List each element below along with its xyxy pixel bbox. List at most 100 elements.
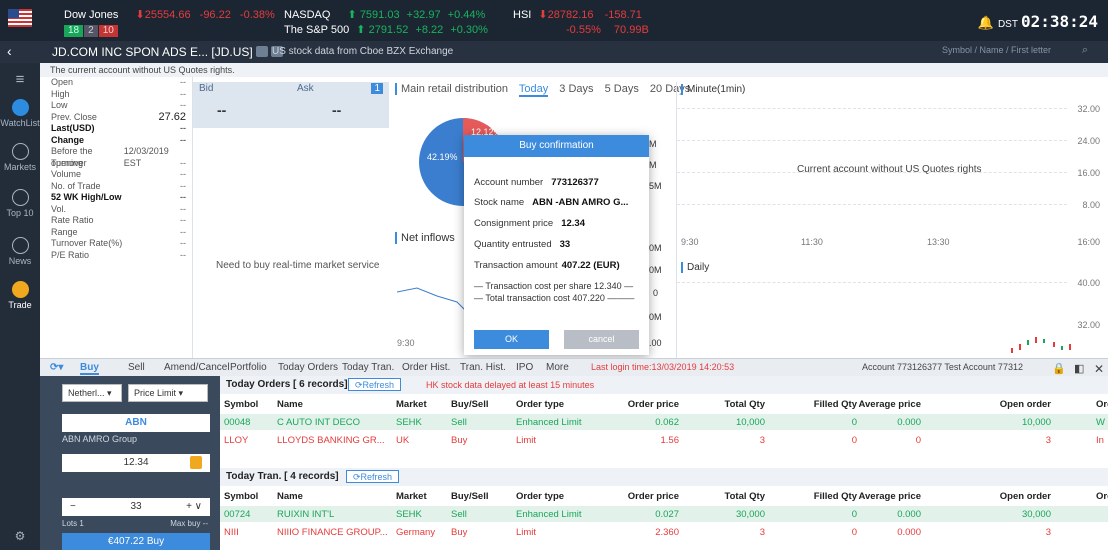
candle (1061, 346, 1063, 350)
nav-top10[interactable]: Top 10 (0, 189, 40, 218)
nasdaq-pct: +0.44% (447, 9, 486, 21)
today-tran-header: Today Tran. [ 4 records] ⟳Refresh (220, 468, 1108, 486)
tab-portfolio[interactable]: Portfolio (230, 362, 267, 373)
orders-refresh-button[interactable]: ⟳Refresh (348, 378, 402, 391)
dow-pct: -0.38% (239, 9, 275, 21)
column-header: Order (1096, 399, 1108, 410)
column-header: Symbol (224, 491, 259, 502)
tab-today-orders[interactable]: Today Orders (278, 362, 338, 373)
back-arrow-icon[interactable]: ‹ (7, 43, 12, 59)
quote-value: -- (180, 249, 186, 260)
column-header: Buy/Sell (451, 491, 489, 502)
stock-name-label: ABN AMRO Group (62, 434, 138, 444)
dow-ticker[interactable]: Dow Jones ⬇25554.66 -96.22 -0.38% (64, 9, 275, 22)
daily-chart-title: Daily (681, 262, 709, 273)
tran-refresh-button[interactable]: ⟳Refresh (346, 470, 400, 483)
sp-ticker[interactable]: The S&P 500 ⬆ 2791.52 +8.22 +0.30% (284, 24, 488, 37)
tab-amend-cancel[interactable]: Amend/Cancel (164, 362, 230, 373)
candle (1027, 340, 1029, 345)
nasdaq-ticker[interactable]: NASDAQ ⬆ 7591.03 +32.97 +0.44% (284, 9, 485, 22)
minus-icon[interactable]: − (70, 498, 76, 516)
quote-row: Open -- (40, 77, 192, 89)
table-cell: SEHK (396, 509, 422, 520)
quote-row: P/E Ratio -- (40, 250, 192, 262)
inflow-line (397, 287, 468, 313)
nav-markets[interactable]: Markets (0, 143, 40, 172)
stock-code-input[interactable]: ABN (62, 414, 210, 432)
tab-3-days[interactable]: 3 Days (559, 83, 593, 95)
settings-icon[interactable]: ⚙ (0, 529, 40, 543)
table-row[interactable]: 00724 RUIXIN INT'L SEHK Sell Enhanced Limit 0… (220, 506, 1108, 522)
table-row[interactable]: 00048 C AUTO INT DECO SEHK Sell Enhanced Lim… (220, 414, 1108, 430)
tab-order-hist[interactable]: Order Hist. (402, 362, 450, 373)
qty-label: Quantity entrusted (474, 239, 552, 250)
market-select[interactable]: Netherl... ▾ (62, 384, 122, 402)
table-row[interactable]: LLOY LLOYDS BANKING GR... UK Buy Limit 1.56 3 0… (220, 432, 1108, 448)
account-selector[interactable]: Account 773126377 Test Account 77312 (862, 362, 1023, 372)
buy-button[interactable]: €407.22 Buy (62, 533, 210, 550)
nav-watchlist[interactable]: WatchList (0, 99, 40, 128)
nasdaq-value-text: 7591.03 (359, 9, 400, 21)
column-header: Name (277, 491, 303, 502)
quote-row: Rate Ratio -- (40, 215, 192, 227)
quote-value: -- (180, 77, 186, 87)
us-flag-icon[interactable] (8, 9, 32, 27)
menu-icon[interactable]: ≡ (0, 71, 40, 88)
tab-more[interactable]: More (546, 362, 569, 373)
price-label: Consignment price (474, 218, 554, 229)
column-header: Filled Qty (813, 491, 857, 502)
price-input[interactable]: 12.34 (62, 454, 210, 472)
refresh-icon[interactable]: ⟳▾ (50, 362, 63, 373)
quote-value: -- (180, 238, 186, 248)
news-icon (11, 237, 29, 254)
table-cell: RUIXIN INT'L (277, 509, 335, 520)
lock-price-icon[interactable] (190, 456, 202, 469)
table-cell: 30,000 (735, 509, 765, 520)
quote-label: Change (51, 134, 85, 145)
table-cell: 10,000 (1021, 417, 1051, 428)
quote-label: Last(USD) (51, 123, 95, 133)
quote-value: -- (180, 226, 186, 237)
symbol-search-input[interactable]: Symbol / Name / First letter ⌕ (938, 44, 1088, 59)
quantity-stepper[interactable]: − 33 + ∨ (62, 498, 210, 516)
qty-value: 33 (559, 239, 571, 250)
hsi-ticker[interactable]: HSI ⬇28782.16 -158.71 (513, 9, 642, 22)
tab-today-tran[interactable]: Today Tran. (342, 362, 394, 373)
column-header: Order price (627, 399, 679, 410)
cancel-button[interactable]: cancel (564, 330, 639, 349)
orders-title: Today Orders [ 6 records] (226, 379, 348, 390)
amount-value: 407.22 (EUR) (561, 260, 620, 271)
nav-news[interactable]: News (0, 237, 40, 266)
tab-buy[interactable]: Buy (80, 362, 99, 375)
trade-tab-bar: ⟳▾ Buy Sell Amend/Cancel Portfolio Today… (40, 358, 1108, 376)
tab-ipo[interactable]: IPO (516, 362, 533, 373)
candle (1019, 344, 1021, 350)
window-icon[interactable]: ◧ (1074, 362, 1084, 375)
tab-tran-hist[interactable]: Tran. Hist. (460, 362, 506, 373)
dow-change: -96.22 (199, 9, 231, 21)
candle (1069, 344, 1071, 350)
lock-icon[interactable]: 🔒 (1052, 362, 1066, 375)
table-header: Symbol Name Market Buy/Sell Order type Order … (220, 488, 1108, 504)
hsi-volume: 70.99B (613, 24, 649, 36)
tab-5-days[interactable]: 5 Days (605, 83, 639, 95)
column-header: Market (396, 491, 427, 502)
nav-trade[interactable]: Trade (0, 281, 40, 310)
close-icon[interactable]: ✕ (1094, 362, 1104, 376)
lots-label: Lots 1 (62, 519, 84, 528)
sp-value: ⬆ 2791.52 (356, 24, 409, 36)
chart-rights-notice: Current account without US Quotes rights (797, 164, 982, 175)
order-type-select[interactable]: Price Limit ▾ (128, 384, 208, 402)
tab-today[interactable]: Today (518, 83, 549, 97)
daily-candles (1011, 337, 1071, 353)
ok-button[interactable]: OK (474, 330, 549, 349)
table-row[interactable]: NIII NIIIO FINANCE GROUP... Germany Buy Limi… (220, 524, 1108, 540)
heart-badge-icon[interactable] (255, 46, 268, 57)
level-badge[interactable]: 1 (371, 83, 383, 94)
hsi-name: HSI (513, 9, 532, 21)
gridline (677, 282, 1067, 283)
bell-icon[interactable]: 🔔 (978, 16, 994, 31)
search-icon[interactable]: ⌕ (1082, 44, 1088, 57)
tab-sell[interactable]: Sell (128, 362, 145, 373)
plus-icon[interactable]: + ∨ (186, 498, 202, 516)
